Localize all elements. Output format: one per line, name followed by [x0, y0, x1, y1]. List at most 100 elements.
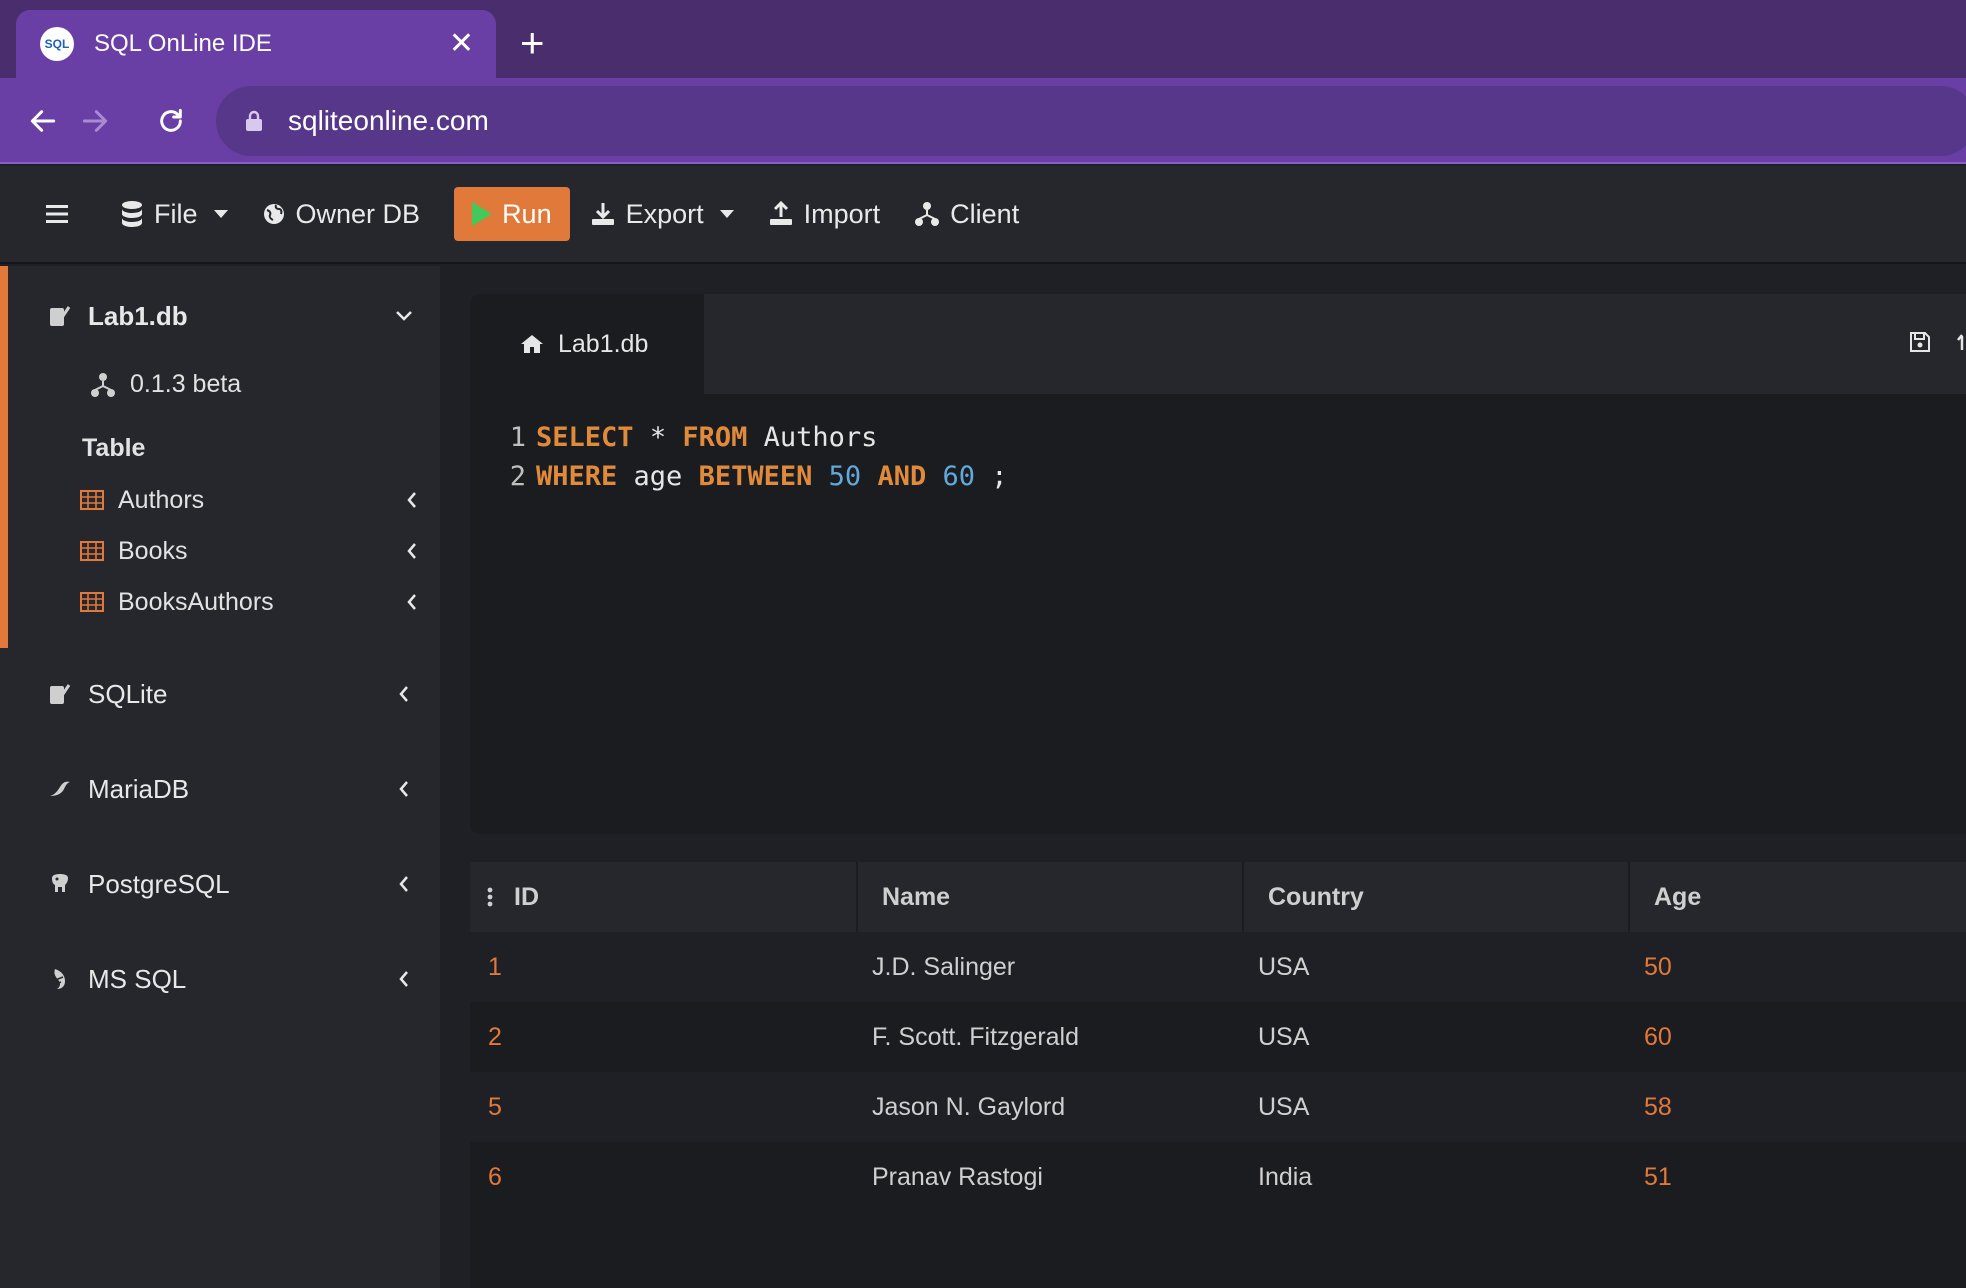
network-icon [915, 202, 940, 226]
chevron-left-icon[interactable] [390, 965, 418, 993]
column-header-name[interactable]: Name [856, 862, 1242, 932]
cell-name: Pranav Rastogi [872, 1162, 1043, 1191]
sql-terminator: ; [991, 461, 1008, 492]
browser-tab-title: SQL OnLine IDE [94, 30, 272, 57]
sidebar-item-label: BooksAuthors [118, 587, 274, 616]
home-icon [521, 335, 543, 353]
globe-icon [263, 204, 284, 224]
browser-tab[interactable]: SQL SQL OnLine IDE ✕ [16, 10, 496, 78]
chevron-left-icon[interactable] [406, 542, 418, 560]
column-header-label: Country [1268, 882, 1364, 911]
sidebar-db-mariadb[interactable]: MariaDB [48, 769, 418, 809]
sql-keyword: WHERE [536, 461, 618, 492]
sidebar-db-label: Lab1.db [88, 300, 188, 331]
sidebar-db-sqlite[interactable]: SQLite [48, 674, 418, 714]
sidebar: Lab1.db 0.1.3 beta Table Authors Books B… [0, 266, 440, 1288]
owner-db-button[interactable]: Owner DB [262, 187, 421, 241]
upload-icon[interactable] [1956, 330, 1966, 354]
results-grid: ID Name Country Age 1 J.D. Salinger USA … [470, 862, 1966, 1288]
column-header-label: ID [514, 882, 539, 911]
sidebar-item-label: Books [118, 536, 188, 565]
url-bar[interactable]: sqliteonline.com [216, 86, 1966, 156]
table-icon [80, 490, 104, 510]
save-icon[interactable] [1908, 330, 1932, 354]
code-line-1: 1 SELECT * FROM Authors [500, 418, 1008, 457]
sidebar-item-booksauthors[interactable]: BooksAuthors [80, 582, 418, 622]
browser-tab-strip: SQL SQL OnLine IDE ✕ + [0, 0, 1966, 78]
column-header-id[interactable]: ID [470, 862, 856, 932]
code-line-2: 2 WHERE age BETWEEN 50 AND 60 ; [500, 457, 1008, 496]
import-label: Import [803, 198, 881, 229]
line-number: 1 [509, 422, 526, 453]
line-number: 2 [509, 461, 526, 492]
export-menu-button[interactable]: Export [590, 187, 734, 241]
app-toolbar: File Owner DB Run Export Import Client [0, 166, 1966, 264]
cell-id: 5 [488, 1092, 502, 1121]
sql-editor-panel: Lab1.db 1 SELECT * FROM Authors 2 WHERE ag… [470, 294, 1966, 834]
reload-icon[interactable] [146, 96, 196, 146]
table-row[interactable]: 2 F. Scott. Fitzgerald USA 60 [470, 1002, 1966, 1072]
column-header-age[interactable]: Age [1628, 862, 1966, 932]
chevron-down-icon[interactable] [390, 302, 418, 330]
sql-number: 50 [828, 461, 862, 492]
table-icon [80, 592, 104, 612]
run-button[interactable]: Run [454, 187, 570, 241]
cell-name: Jason N. Gaylord [872, 1092, 1066, 1121]
chevron-left-icon[interactable] [390, 680, 418, 708]
sidebar-db-postgresql[interactable]: PostgreSQL [48, 864, 418, 904]
version-label: 0.1.3 beta [130, 370, 242, 398]
cell-country: USA [1258, 952, 1310, 981]
sql-keyword: SELECT [536, 422, 634, 453]
forward-icon[interactable] [70, 96, 120, 146]
mssql-icon [48, 967, 72, 991]
client-button[interactable]: Client [914, 187, 1019, 241]
table-row[interactable]: 5 Jason N. Gaylord USA 58 [470, 1072, 1966, 1142]
chevron-down-icon [213, 210, 228, 218]
chevron-left-icon[interactable] [390, 775, 418, 803]
cell-country: USA [1258, 1092, 1310, 1121]
postgresql-elephant-icon [48, 872, 72, 896]
table-icon [80, 541, 104, 561]
hamburger-menu-icon[interactable] [44, 187, 80, 241]
upload-icon [769, 201, 792, 225]
table-row[interactable]: 1 J.D. Salinger USA 50 [470, 932, 1966, 1002]
close-tab-icon[interactable]: ✕ [449, 29, 474, 59]
cell-age: 60 [1644, 1022, 1672, 1051]
sqlite-feather-icon [48, 304, 72, 328]
cell-name: F. Scott. Fitzgerald [872, 1022, 1080, 1051]
sidebar-item-authors[interactable]: Authors [80, 480, 418, 520]
vertical-dots-icon[interactable] [486, 886, 494, 908]
sidebar-active-accent [0, 266, 8, 648]
cell-age: 58 [1644, 1092, 1672, 1121]
editor-tab-lab1[interactable]: Lab1.db [470, 294, 704, 394]
sidebar-db-label: SQLite [88, 678, 168, 709]
chevron-left-icon[interactable] [406, 593, 418, 611]
sidebar-item-books[interactable]: Books [80, 531, 418, 571]
table-heading: Table [82, 434, 146, 462]
sidebar-db-mssql[interactable]: MS SQL [48, 959, 418, 999]
chevron-left-icon[interactable] [390, 870, 418, 898]
sql-number: 60 [942, 461, 975, 492]
cell-age: 51 [1644, 1162, 1672, 1191]
table-row[interactable]: 6 Pranav Rastogi India 51 [470, 1142, 1966, 1212]
chevron-left-icon[interactable] [406, 491, 418, 509]
cell-id: 2 [488, 1022, 502, 1051]
sqlite-feather-icon [48, 682, 72, 706]
mariadb-seal-icon [48, 777, 72, 801]
import-button[interactable]: Import [768, 187, 881, 241]
file-menu-label: File [154, 198, 198, 229]
code-area[interactable]: 1 SELECT * FROM Authors 2 WHERE age BETWEE… [500, 418, 1008, 496]
editor-tab-label: Lab1.db [558, 329, 649, 358]
back-icon[interactable] [18, 96, 68, 146]
column-header-country[interactable]: Country [1242, 862, 1628, 932]
lock-icon [246, 110, 262, 131]
file-menu-button[interactable]: File [120, 187, 228, 241]
owner-db-label: Owner DB [295, 198, 421, 229]
sql-favicon-icon: SQL [40, 27, 74, 61]
run-label: Run [502, 198, 552, 229]
cell-country: USA [1258, 1022, 1310, 1051]
new-tab-icon[interactable]: + [520, 22, 545, 64]
sidebar-db-lab1[interactable]: Lab1.db [48, 296, 418, 336]
url-text: sqliteonline.com [288, 105, 489, 136]
sql-identifier: Authors [763, 422, 878, 453]
